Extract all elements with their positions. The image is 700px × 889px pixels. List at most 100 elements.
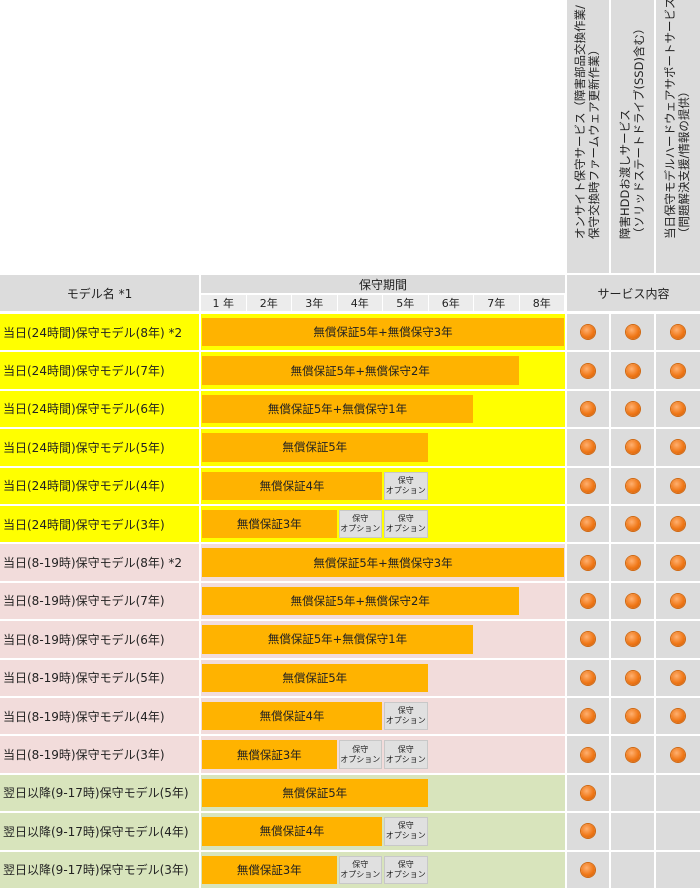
service-column-header-line: （ソリッドステートドライブ(SSD)含む） (631, 22, 646, 239)
warranty-bar: 無償保証3年 (202, 855, 337, 884)
warranty-bar: 無償保証5年+無償保守1年 (202, 394, 473, 424)
service-cell (567, 467, 609, 504)
warranty-bar: 無償保証5年 (202, 433, 428, 462)
year-header: 3年 (292, 295, 337, 311)
service-cell (656, 544, 700, 581)
service-cell (656, 774, 700, 812)
service-available-dot-icon (581, 670, 595, 685)
row-model-name: 当日(8-19時)保守モデル(8年) *2 (0, 544, 199, 581)
service-available-dot-icon (671, 709, 685, 724)
warranty-bar: 無償保証4年 (202, 817, 382, 846)
option-label-line: 保守 (397, 706, 414, 716)
option-label-line: 保守 (352, 514, 369, 524)
service-column-header-text: 当日保守モデルハードウェアサポートサービス （問題解決支援/情報の提供） (663, 0, 691, 239)
service-cell (611, 659, 654, 696)
service-column-header: 当日保守モデルハードウェアサポートサービス （問題解決支援/情報の提供） (656, 0, 700, 273)
service-cell (656, 813, 700, 850)
service-cell (656, 390, 700, 428)
service-cell (611, 390, 654, 428)
option-label-line: 保守 (397, 744, 414, 754)
service-available-dot-icon (671, 401, 685, 416)
service-column-header-line: （問題解決支援/情報の提供） (677, 85, 691, 239)
row-model-name: 当日(24時間)保守モデル(7年) (0, 352, 199, 389)
warranty-bar: 無償保証5年+無償保守1年 (202, 625, 473, 654)
service-cell (656, 621, 700, 658)
service-cell (567, 390, 609, 428)
service-column-header: オンサイト保守サービス（障害部品交換作業/保守交換時ファームウェア更新作業） (567, 0, 609, 273)
service-cell (567, 544, 609, 581)
service-available-dot-icon (625, 517, 640, 532)
row-model-name: 当日(8-19時)保守モデル(3年) (0, 736, 199, 773)
service-available-dot-icon (581, 593, 595, 608)
service-cell (611, 314, 654, 351)
row-model-name: 当日(8-19時)保守モデル(7年) (0, 582, 199, 620)
service-available-dot-icon (581, 478, 595, 493)
service-cell (611, 698, 654, 735)
year-header: 4年 (337, 295, 382, 311)
service-cell (656, 698, 700, 735)
service-header: サービス内容 (567, 275, 700, 311)
year-header: 1 年 (201, 295, 246, 311)
service-column-header-text: 障害HDDお渡しサービス （ソリッドステートドライブ(SSD)含む） (618, 23, 646, 239)
row-model-name: 翌日以降(9-17時)保守モデル(3年) (0, 851, 199, 888)
service-available-dot-icon (625, 709, 640, 724)
service-header-text: サービス内容 (597, 286, 670, 301)
row-model-name: 翌日以降(9-17時)保守モデル(5年) (0, 774, 199, 812)
service-column-header-line: 保守交換時ファームウェア更新作業） (587, 43, 601, 239)
service-available-dot-icon (581, 785, 595, 800)
service-available-dot-icon (625, 363, 640, 378)
service-cell (567, 506, 609, 543)
maintenance-option-badge: 保守 オプション (384, 740, 428, 769)
row-model-name: 当日(8-19時)保守モデル(4年) (0, 698, 199, 735)
service-available-dot-icon (671, 478, 685, 493)
service-cell (656, 851, 700, 888)
service-cell (656, 314, 700, 351)
option-label-line: 保守 (397, 514, 414, 524)
service-available-dot-icon (581, 517, 595, 532)
service-available-dot-icon (581, 440, 595, 455)
service-available-dot-icon (581, 632, 595, 647)
row-model-name: 当日(8-19時)保守モデル(5年) (0, 659, 199, 696)
service-available-dot-icon (671, 593, 685, 608)
warranty-bar: 無償保証5年+無償保守2年 (202, 586, 519, 616)
option-label-line: オプション (340, 524, 381, 534)
model-name-header: モデル名 *1 (0, 275, 199, 311)
option-label-line: オプション (385, 754, 426, 764)
service-available-dot-icon (671, 670, 685, 685)
warranty-bar: 無償保証5年 (202, 663, 428, 692)
row-model-name: 当日(24時間)保守モデル(6年) (0, 390, 199, 428)
service-cell (567, 813, 609, 850)
maintenance-option-badge: 保守 オプション (338, 855, 382, 884)
service-cell (611, 506, 654, 543)
year-header: 2年 (246, 295, 291, 311)
option-label-line: オプション (385, 716, 426, 726)
row-model-name: 当日(24時間)保守モデル(3年) (0, 506, 199, 543)
option-label-line: 保守 (397, 859, 414, 869)
service-cell (656, 429, 700, 466)
service-cell (567, 621, 609, 658)
service-available-dot-icon (671, 517, 685, 532)
warranty-bar: 無償保証4年 (202, 702, 382, 731)
service-available-dot-icon (581, 824, 595, 839)
period-header-text: 保守期間 (358, 277, 407, 292)
service-cell (611, 736, 654, 773)
row-model-name: 当日(8-19時)保守モデル(6年) (0, 621, 199, 658)
option-label-line: 保守 (397, 475, 414, 485)
option-label-line: オプション (340, 869, 381, 879)
option-label-line: 保守 (352, 744, 369, 754)
year-header: 5年 (383, 295, 428, 311)
service-cell (611, 467, 654, 504)
row-model-name: 当日(24時間)保守モデル(5年) (0, 429, 199, 466)
service-column-header-text: オンサイト保守サービス（障害部品交換作業/保守交換時ファームウェア更新作業） (573, 5, 601, 239)
service-cell (611, 621, 654, 658)
service-available-dot-icon (581, 709, 595, 724)
service-available-dot-icon (625, 440, 640, 455)
service-available-dot-icon (625, 325, 640, 340)
service-cell (656, 467, 700, 504)
service-available-dot-icon (625, 593, 640, 608)
service-cell (656, 659, 700, 696)
service-available-dot-icon (671, 440, 685, 455)
option-label-line: 保守 (352, 859, 369, 869)
warranty-bar: 無償保証5年 (202, 778, 428, 808)
warranty-bar: 無償保証5年+無償保守3年 (202, 548, 564, 577)
